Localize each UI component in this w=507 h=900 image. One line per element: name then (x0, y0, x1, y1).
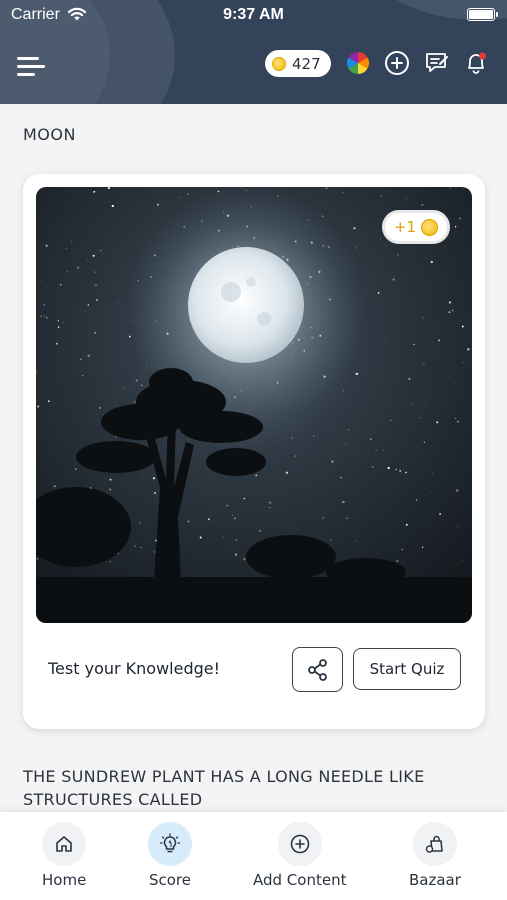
add-circle-icon[interactable] (384, 50, 410, 76)
page-title: MOON (23, 125, 76, 144)
share-button[interactable] (292, 647, 343, 692)
nav-icon-container (412, 822, 457, 866)
bottom-navigation: Home Score Add Content Bazaar (0, 812, 507, 900)
coin-balance[interactable]: 427 (265, 50, 331, 77)
home-icon (56, 836, 72, 852)
battery-icon (467, 8, 498, 21)
app-header: Carrier 9:37 AM 427 (0, 0, 507, 104)
nav-label: Score (148, 871, 191, 889)
start-quiz-button[interactable]: Start Quiz (353, 648, 461, 690)
bell-icon[interactable] (463, 50, 489, 76)
coin-icon (421, 218, 439, 236)
coin-icon (272, 56, 286, 71)
nav-label: Bazaar (409, 871, 461, 889)
status-bar: Carrier 9:37 AM (0, 0, 507, 30)
add-circle-icon (290, 834, 310, 854)
menu-button[interactable] (17, 55, 47, 79)
nav-bazaar[interactable]: Bazaar (409, 822, 461, 889)
nav-home[interactable]: Home (42, 822, 86, 889)
menu-icon (17, 57, 39, 60)
reward-badge: +1 (382, 210, 450, 244)
nav-add-content[interactable]: Add Content (253, 822, 346, 889)
coin-count: 427 (292, 54, 321, 73)
nav-label: Home (42, 871, 87, 889)
share-icon (307, 658, 327, 681)
nav-score[interactable]: Score (148, 822, 192, 889)
quiz-prompt: Test your Knowledge! (48, 659, 221, 678)
clock: 9:37 AM (223, 6, 284, 23)
nav-icon-container (148, 822, 192, 866)
lightbulb-icon (159, 833, 181, 853)
menu-icon (17, 65, 45, 68)
next-question-title[interactable]: THE SUNDREW PLANT HAS A LONG NEEDLE LIKE… (23, 765, 483, 811)
reward-amount: +1 (393, 218, 417, 236)
topic-card (23, 174, 485, 729)
color-wheel-icon[interactable] (345, 50, 371, 76)
nav-label: Add Content (253, 871, 347, 889)
nav-icon-container (277, 822, 322, 866)
menu-icon (17, 73, 35, 76)
notes-icon[interactable] (424, 50, 450, 76)
nav-icon-container (42, 822, 87, 866)
moon-image (36, 187, 472, 623)
bag-icon (425, 835, 443, 853)
